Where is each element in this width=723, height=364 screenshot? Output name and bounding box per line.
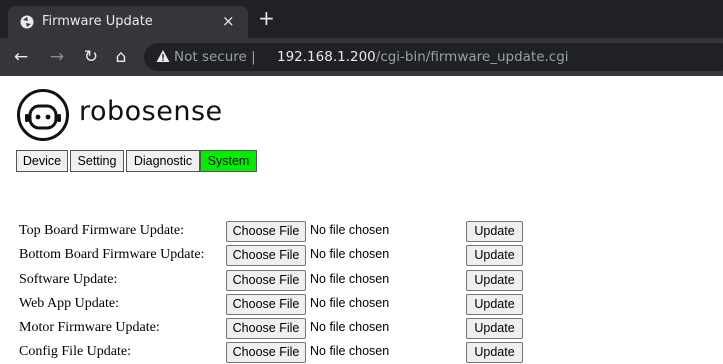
row-label: Bottom Board Firmware Update: [19,247,205,262]
address-bar[interactable]: Not secure | 192.168.1.200/cgi-bin/firmw… [144,43,723,71]
forward-icon[interactable]: → [46,46,68,68]
reload-icon[interactable]: ↻ [80,46,102,68]
update-row-top-board: Top Board Firmware Update: Choose File N… [0,221,723,243]
browser-toolbar: ← → ↻ ⌂ Not secure | 192.168.1.200/cgi-b… [0,38,723,76]
warning-icon [156,50,170,62]
url-path: /cgi-bin/firmware_update.cgi [375,49,569,65]
security-indicator[interactable]: Not secure | [174,49,256,65]
file-status: No file chosen [310,272,390,286]
robot-logo-icon [17,89,69,141]
tab-device[interactable]: Device [16,150,68,172]
choose-file-button[interactable]: Choose File [226,294,306,315]
row-label: Web App Update: [19,296,119,311]
file-status: No file chosen [310,247,390,261]
tab-system[interactable]: System [200,150,257,172]
update-button[interactable]: Update [466,221,523,242]
update-row-web-app: Web App Update: Choose File No file chos… [0,294,723,316]
update-button[interactable]: Update [466,270,523,291]
update-button[interactable]: Update [466,318,523,339]
update-row-config-file: Config File Update: Choose File No file … [0,342,723,364]
tab-title: Firmware Update [42,14,153,29]
url-host: 192.168.1.200 [277,49,376,65]
favicon-icon [20,15,34,29]
file-status: No file chosen [310,344,390,358]
browser-tab[interactable]: Firmware Update × [8,6,248,38]
row-label: Software Update: [19,272,118,287]
update-row-bottom-board: Bottom Board Firmware Update: Choose Fil… [0,245,723,267]
back-icon[interactable]: ← [10,46,32,68]
url-text[interactable]: 192.168.1.200/cgi-bin/firmware_update.cg… [277,49,569,65]
update-button[interactable]: Update [466,245,523,266]
update-button[interactable]: Update [466,342,523,363]
home-icon[interactable]: ⌂ [110,46,132,68]
update-row-software: Software Update: Choose File No file cho… [0,270,723,292]
choose-file-button[interactable]: Choose File [226,318,306,339]
choose-file-button[interactable]: Choose File [226,342,306,363]
browser-tab-strip: Firmware Update × + [0,0,723,38]
new-tab-icon[interactable]: + [258,6,275,30]
file-status: No file chosen [310,296,390,310]
brand-logo-text: robosense [79,96,223,127]
row-label: Top Board Firmware Update: [19,223,185,238]
tab-diagnostic[interactable]: Diagnostic [126,150,200,172]
choose-file-button[interactable]: Choose File [226,221,306,242]
tab-setting[interactable]: Setting [70,150,124,172]
close-icon[interactable]: × [222,12,235,30]
choose-file-button[interactable]: Choose File [226,270,306,291]
row-label: Config File Update: [19,344,131,359]
choose-file-button[interactable]: Choose File [226,245,306,266]
file-status: No file chosen [310,223,390,237]
update-row-motor-firmware: Motor Firmware Update: Choose File No fi… [0,318,723,340]
update-button[interactable]: Update [466,294,523,315]
row-label: Motor Firmware Update: [19,320,160,335]
file-status: No file chosen [310,320,390,334]
